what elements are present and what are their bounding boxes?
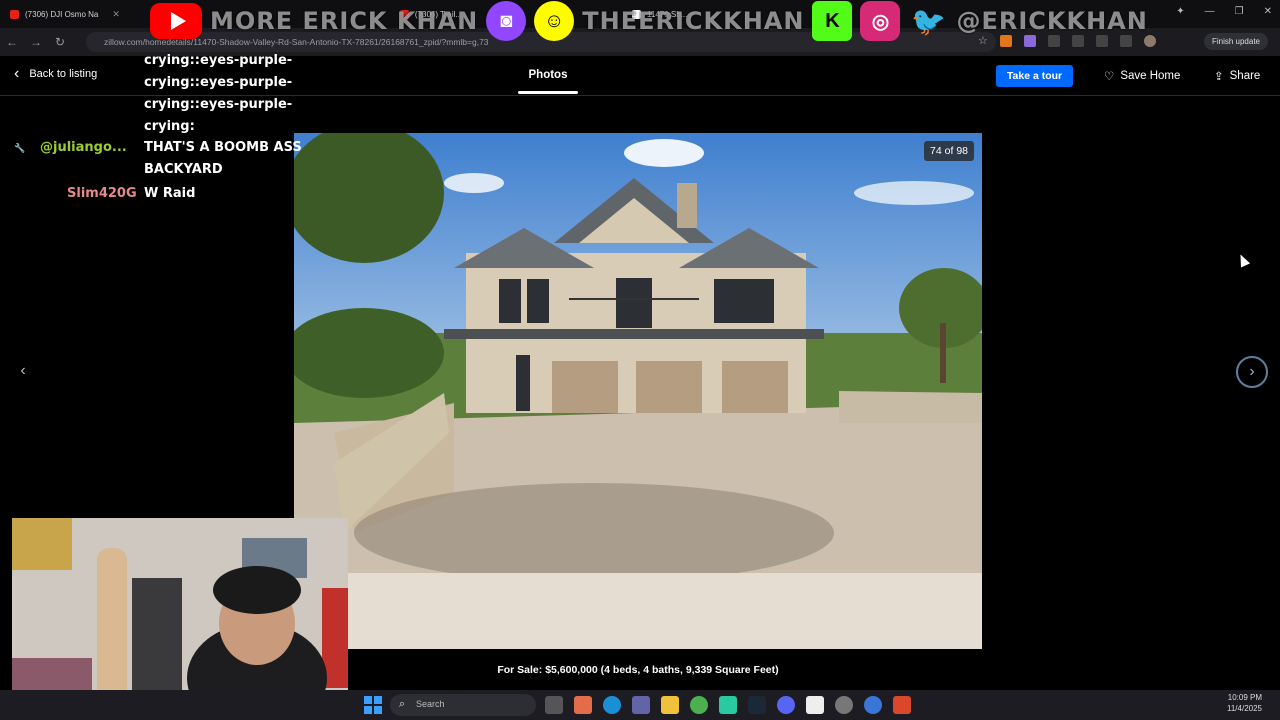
minimize-icon[interactable]: —: [1205, 6, 1215, 17]
instagram-logo-icon: ◎: [860, 1, 901, 41]
listing-caption: For Sale: $5,600,000 (4 beds, 4 baths, 9…: [497, 664, 779, 676]
share-icon: ⇪: [1214, 71, 1224, 83]
copilot-icon[interactable]: [574, 696, 592, 714]
search-icon: ⌕: [399, 698, 406, 710]
webcam-overlay: [12, 518, 348, 708]
photo-copyright: Copyright 2025 San Antonio Board of Real…: [850, 640, 979, 646]
snapchat-logo-icon: ☺: [534, 1, 575, 41]
back-nav-icon[interactable]: ←: [0, 35, 24, 49]
steam-icon[interactable]: [748, 696, 766, 714]
chrome-icon[interactable]: [690, 696, 708, 714]
save-home-label: Save Home: [1120, 70, 1181, 82]
banner-text-left: MORE ERICK KHAN: [210, 7, 479, 35]
previous-photo-button[interactable]: ‹: [12, 360, 34, 382]
app-icon[interactable]: [864, 696, 882, 714]
back-to-listing-link[interactable]: ‹ Back to listing: [14, 65, 98, 82]
windows-taskbar: ⌕ Search 10:09 PM 11/4/2025: [0, 690, 1280, 720]
share-label: Share: [1229, 70, 1261, 82]
reload-icon[interactable]: ↻: [48, 35, 72, 49]
file-explorer-icon[interactable]: [661, 696, 679, 714]
heart-icon: ♡: [1104, 71, 1115, 83]
taskbar-search[interactable]: ⌕ Search: [390, 694, 536, 716]
window-controls: ✦ — ❐ ✕: [1176, 6, 1272, 17]
close-icon[interactable]: ✕: [112, 9, 120, 20]
share-button[interactable]: ⇪ Share: [1214, 69, 1260, 83]
teams-icon[interactable]: [632, 696, 650, 714]
new-tab-icon[interactable]: ✦: [1176, 6, 1184, 17]
listing-photo: 74 of 98 Copyright 2025 San Antonio Boar…: [294, 133, 982, 649]
chat-username: @juliango...: [40, 140, 127, 155]
twitch-logo-icon: ◙: [486, 1, 527, 41]
photo-counter-badge: 74 of 98: [924, 141, 974, 161]
banner-text-right: @ERICKKHAN: [956, 7, 1148, 35]
maximize-icon[interactable]: ❐: [1235, 6, 1244, 17]
clock-date: 11/4/2025: [1227, 704, 1262, 713]
taskbar-app-icons: [545, 696, 911, 714]
taskbar-clock[interactable]: 10:09 PM 11/4/2025: [1227, 692, 1262, 714]
search-placeholder: Search: [416, 699, 445, 709]
chat-username: Slim420G: [67, 186, 137, 201]
task-view-icon[interactable]: [545, 696, 563, 714]
kick-logo-icon: K: [812, 1, 853, 41]
webcam-illustration: [12, 518, 348, 708]
app-icon[interactable]: [719, 696, 737, 714]
finish-update-button[interactable]: Finish update: [1203, 33, 1268, 50]
chat-message-text: crying::eyes-purple-crying::eyes-purple-…: [144, 53, 293, 134]
save-home-button[interactable]: ♡ Save Home: [1104, 69, 1180, 83]
youtube-favicon-icon: [10, 9, 19, 19]
settings-icon[interactable]: [835, 696, 853, 714]
forward-nav-icon[interactable]: →: [24, 35, 48, 49]
wrench-icon: 🔧: [14, 144, 26, 154]
house-photo-illustration: [294, 133, 982, 649]
windows-start-icon[interactable]: [364, 696, 382, 714]
stream-overlay-banner: MORE ERICK KHAN ◙ ☺ THEERICKKHAN K ◎ 🐦 @…: [150, 0, 1148, 42]
take-a-tour-button[interactable]: Take a tour: [996, 65, 1073, 87]
chat-message-text: THAT'S A BOOMB ASS BACKYARD: [144, 140, 302, 177]
youtube-logo-icon: [150, 3, 202, 39]
twitter-logo-icon: 🐦: [911, 5, 946, 37]
screen: (7306) DJI Osmo Na ✕ (7306) Trail... 1147…: [0, 0, 1280, 720]
notepad-icon[interactable]: [806, 696, 824, 714]
tab-label: (7306) DJI Osmo Na: [25, 9, 99, 19]
close-window-icon[interactable]: ✕: [1264, 6, 1272, 17]
mouse-cursor-icon: [1235, 252, 1251, 268]
clock-time: 10:09 PM: [1227, 693, 1262, 702]
tab-photos[interactable]: Photos: [518, 69, 578, 94]
edge-icon[interactable]: [603, 696, 621, 714]
discord-icon[interactable]: [777, 696, 795, 714]
app-icon[interactable]: [893, 696, 911, 714]
next-photo-button[interactable]: ›: [1236, 356, 1268, 388]
chat-message-text: W Raid: [144, 186, 196, 201]
chevron-left-icon: ‹: [14, 65, 20, 82]
back-label: Back to listing: [29, 68, 98, 80]
browser-tab[interactable]: (7306) DJI Osmo Na ✕: [0, 0, 130, 28]
banner-text-middle: THEERICKKHAN: [582, 7, 805, 35]
